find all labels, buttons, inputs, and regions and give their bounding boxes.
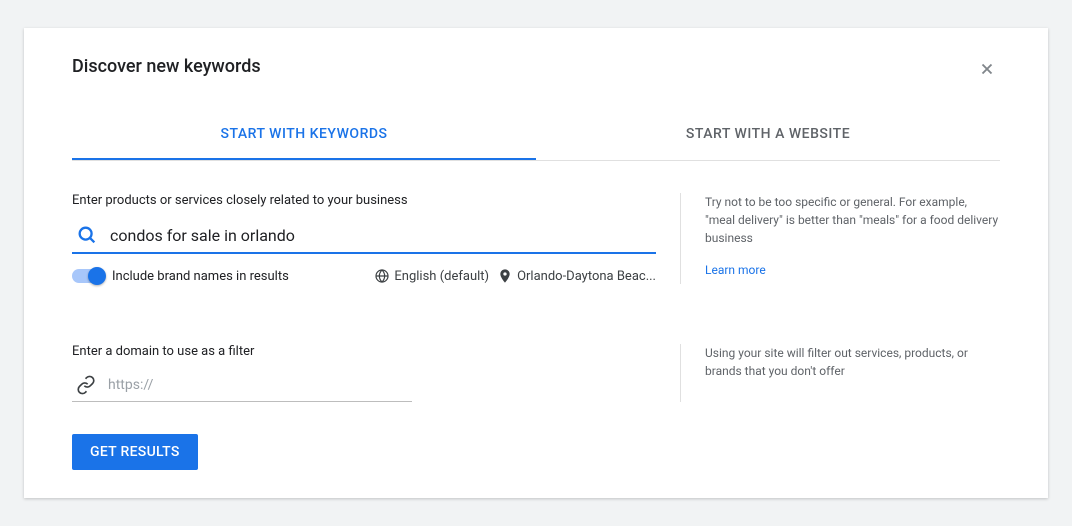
location-label: Orlando-Daytona Beac... <box>517 269 656 284</box>
keywords-left-column: Enter products or services closely relat… <box>72 193 680 284</box>
brand-names-toggle[interactable] <box>72 269 104 283</box>
brand-names-toggle-label: Include brand names in results <box>112 269 289 284</box>
search-icon <box>76 224 98 246</box>
domain-input-label: Enter a domain to use as a filter <box>72 344 656 359</box>
tab-start-with-a-website[interactable]: START WITH A WEBSITE <box>536 110 1000 160</box>
domain-help-text: Using your site will filter out services… <box>705 344 1000 380</box>
learn-more-link[interactable]: Learn more <box>705 261 766 279</box>
language-label: English (default) <box>394 269 489 284</box>
close-button[interactable] <box>974 56 1000 82</box>
header: Discover new keywords <box>72 56 1000 82</box>
location-chip[interactable]: Orlando-Daytona Beac... <box>497 268 656 284</box>
location-pin-icon <box>497 268 513 284</box>
keywords-section: Enter products or services closely relat… <box>72 193 1000 284</box>
domain-input[interactable] <box>108 377 412 393</box>
language-chip[interactable]: English (default) <box>374 268 489 284</box>
domain-input-row <box>72 369 412 402</box>
keyword-planner-card: Discover new keywords START WITH KEYWORD… <box>24 28 1048 498</box>
page-title: Discover new keywords <box>72 56 261 77</box>
tab-start-with-keywords[interactable]: START WITH KEYWORDS <box>72 110 536 160</box>
keywords-help-column: Try not to be too specific or general. F… <box>680 193 1000 284</box>
options-row: Include brand names in results English (… <box>72 268 656 284</box>
keywords-input[interactable] <box>110 226 656 245</box>
close-icon <box>978 60 996 78</box>
toggle-knob <box>88 267 106 285</box>
keywords-input-row <box>72 218 656 254</box>
domain-left-column: Enter a domain to use as a filter <box>72 344 680 402</box>
domain-section: Enter a domain to use as a filter Using … <box>72 344 1000 402</box>
get-results-button[interactable]: GET RESULTS <box>72 434 198 470</box>
link-icon <box>76 375 96 395</box>
keywords-help-text: Try not to be too specific or general. F… <box>705 193 1000 247</box>
globe-icon <box>374 268 390 284</box>
domain-help-column: Using your site will filter out services… <box>680 344 1000 402</box>
tabs: START WITH KEYWORDS START WITH A WEBSITE <box>72 110 1000 161</box>
keywords-input-label: Enter products or services closely relat… <box>72 193 656 208</box>
